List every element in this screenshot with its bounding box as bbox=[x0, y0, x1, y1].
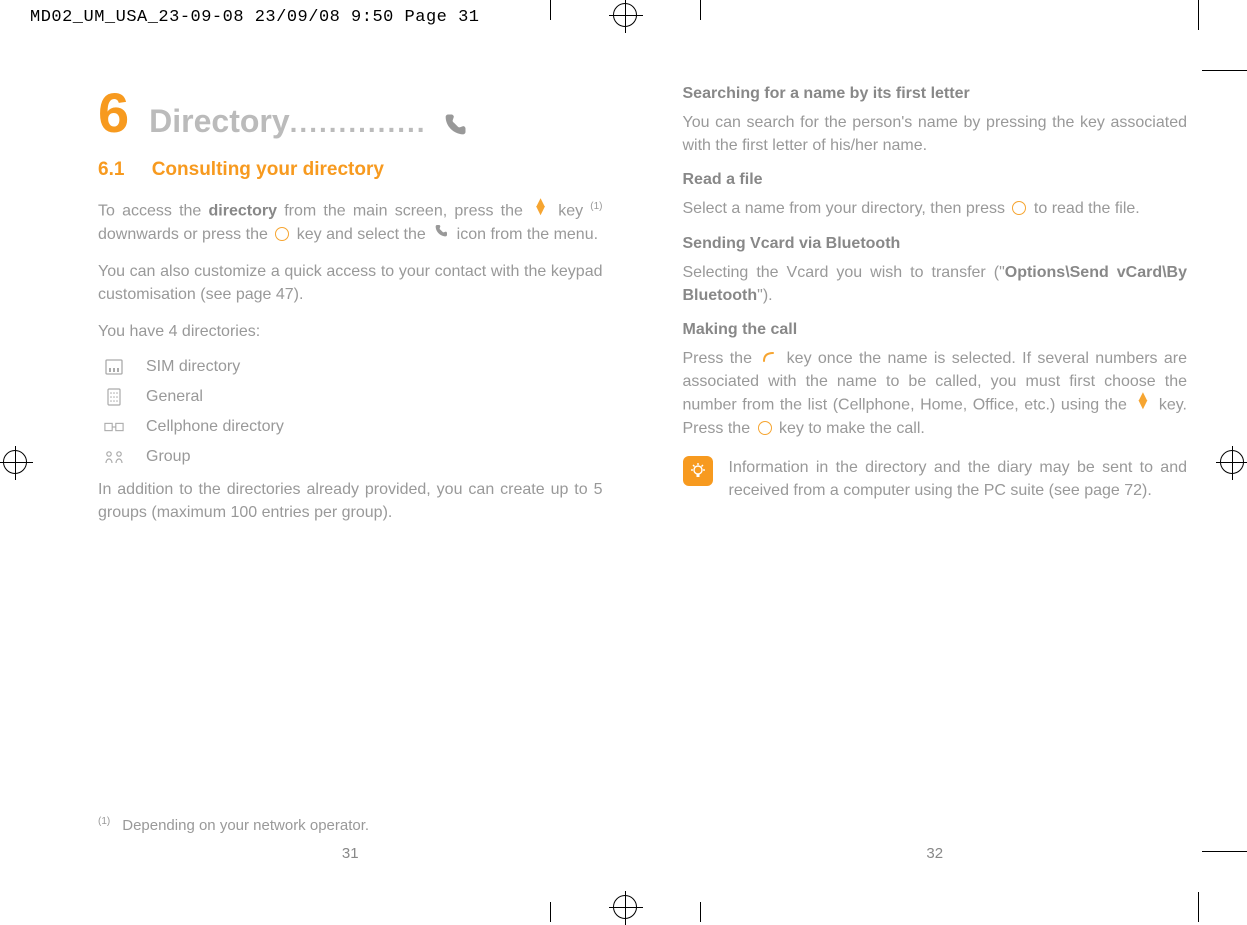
footnote: (1)Depending on your network operator. bbox=[98, 816, 369, 834]
registration-mark-icon bbox=[613, 895, 637, 919]
page-left: 6 Directory.............. 6.1 Consulting… bbox=[98, 85, 603, 862]
subheading: Sending Vcard via Bluetooth bbox=[683, 235, 1188, 253]
lightbulb-icon bbox=[683, 456, 713, 486]
crop-mark bbox=[1198, 0, 1199, 30]
list-item-label: General bbox=[146, 388, 203, 406]
body-paragraph: Selecting the Vcard you wish to transfer… bbox=[683, 261, 1188, 307]
crop-mark bbox=[1202, 70, 1247, 71]
cellphone-icon bbox=[104, 418, 124, 436]
body-paragraph: You have 4 directories: bbox=[98, 320, 603, 343]
nav-updown-icon: ▲▼ bbox=[1135, 393, 1150, 408]
list-item-label: Cellphone directory bbox=[146, 418, 284, 436]
body-paragraph: You can also customize a quick access to… bbox=[98, 260, 603, 306]
crop-mark bbox=[1202, 851, 1247, 852]
phone-icon bbox=[441, 110, 469, 138]
body-paragraph: To access the directory from the main sc… bbox=[98, 199, 603, 246]
ok-key-icon bbox=[1012, 201, 1026, 215]
phone-icon bbox=[433, 223, 449, 246]
section-number: 6.1 bbox=[98, 159, 124, 180]
registration-mark-icon bbox=[613, 3, 637, 27]
crop-mark bbox=[700, 0, 701, 20]
section-heading: 6.1 Consulting your directory bbox=[98, 159, 603, 181]
crop-mark bbox=[1198, 892, 1199, 922]
ok-key-icon bbox=[758, 421, 772, 435]
body-paragraph: You can search for the person's name by … bbox=[683, 111, 1188, 157]
tip-text: Information in the directory and the dia… bbox=[729, 456, 1188, 502]
list-item-label: Group bbox=[146, 448, 190, 466]
body-paragraph: In addition to the directories already p… bbox=[98, 478, 603, 524]
body-paragraph: Select a name from your directory, then … bbox=[683, 197, 1188, 220]
page-right: Searching for a name by its first letter… bbox=[683, 85, 1188, 862]
ok-key-icon bbox=[275, 227, 289, 241]
directory-list: SIM directory General Cellphone director… bbox=[104, 358, 603, 466]
list-item: Cellphone directory bbox=[104, 418, 603, 436]
tip-callout: Information in the directory and the dia… bbox=[683, 456, 1188, 502]
list-item: SIM directory bbox=[104, 358, 603, 376]
list-item: Group bbox=[104, 448, 603, 466]
page-number: 32 bbox=[683, 845, 1188, 862]
crop-mark bbox=[700, 902, 701, 922]
list-item: General bbox=[104, 388, 603, 406]
general-icon bbox=[104, 388, 124, 406]
registration-mark-icon bbox=[3, 450, 27, 474]
chapter-title-text: Directory bbox=[149, 103, 290, 139]
dots-decoration: .............. bbox=[290, 107, 427, 138]
crop-mark bbox=[550, 0, 551, 20]
sim-icon bbox=[104, 358, 124, 376]
group-icon bbox=[104, 448, 124, 466]
chapter-title: Directory.............. bbox=[149, 103, 602, 140]
subheading: Read a file bbox=[683, 171, 1188, 189]
crop-mark bbox=[550, 902, 551, 922]
list-item-label: SIM directory bbox=[146, 358, 240, 376]
registration-mark-icon bbox=[1220, 450, 1244, 474]
nav-updown-icon: ▲▼ bbox=[533, 199, 548, 214]
section-title: Consulting your directory bbox=[152, 159, 384, 180]
subheading: Making the call bbox=[683, 321, 1188, 339]
page-number: 31 bbox=[98, 845, 603, 862]
subheading: Searching for a name by its first letter bbox=[683, 85, 1188, 103]
chapter-number: 6 bbox=[98, 85, 129, 141]
print-header: MD02_UM_USA_23-09-08 23/09/08 9:50 Page … bbox=[30, 8, 479, 27]
body-paragraph: Press the key once the name is selected.… bbox=[683, 347, 1188, 440]
call-key-icon bbox=[761, 349, 777, 365]
